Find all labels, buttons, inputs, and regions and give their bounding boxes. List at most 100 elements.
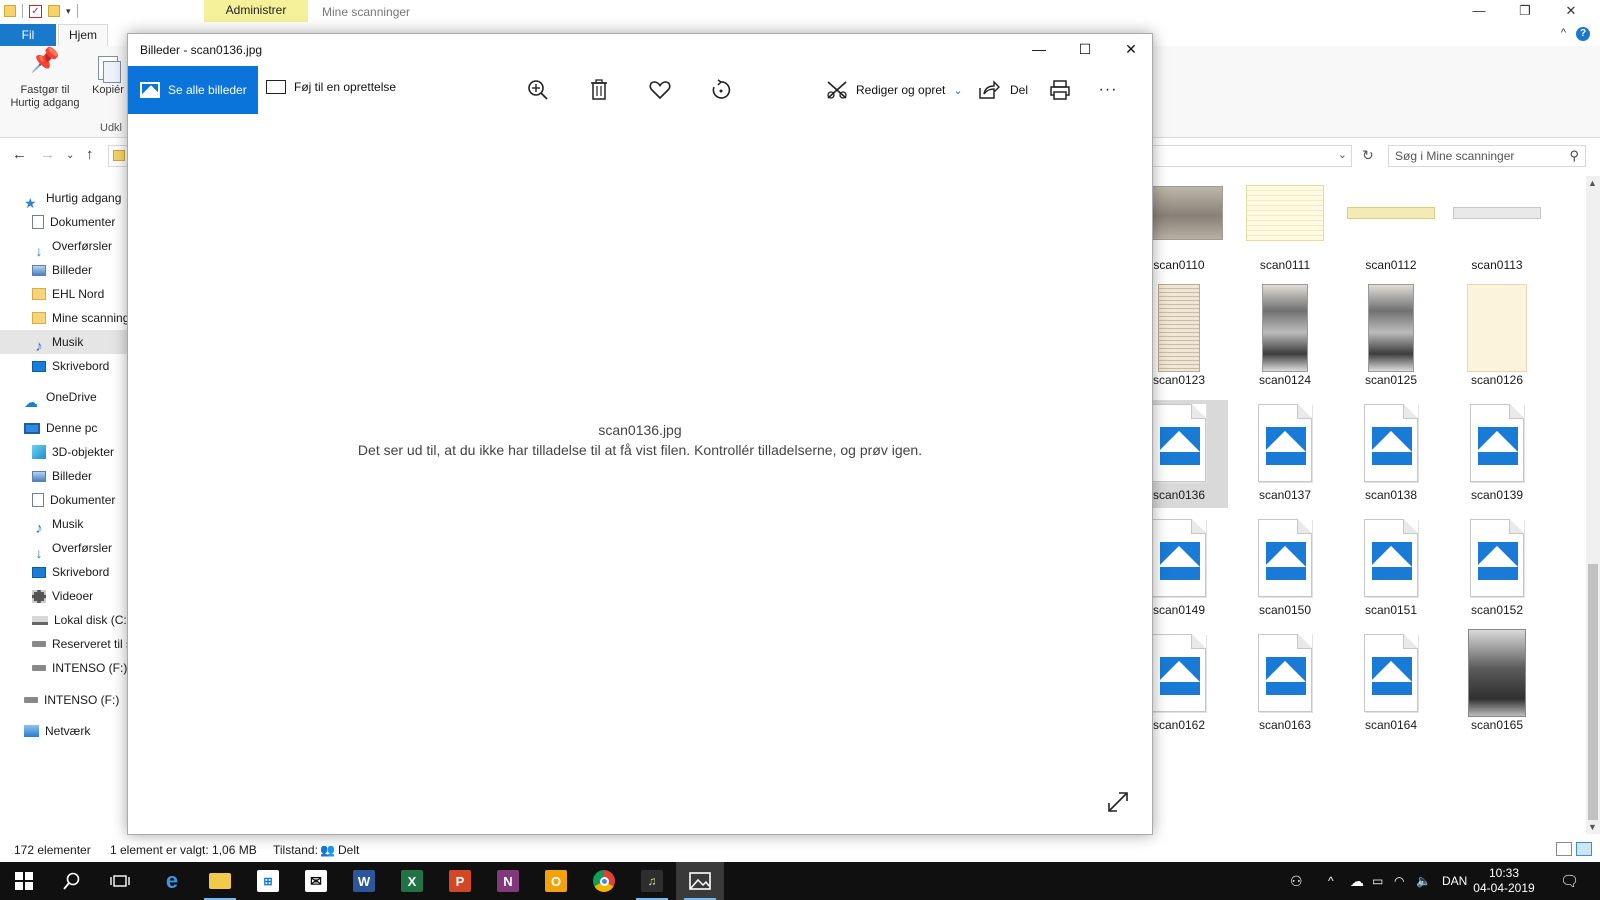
- volume-tray[interactable]: 🔈: [1416, 862, 1431, 900]
- file-item[interactable]: scan0152: [1448, 515, 1546, 623]
- taskbar-outlook[interactable]: O: [532, 862, 580, 900]
- wifi-tray[interactable]: ◠: [1394, 862, 1404, 900]
- nav-item-downloads[interactable]: ↓ Overførsler: [32, 234, 113, 259]
- taskbar-word[interactable]: W: [340, 862, 388, 900]
- close-button[interactable]: ✕: [1548, 0, 1594, 24]
- properties-icon[interactable]: ✓: [29, 4, 42, 18]
- action-center-button[interactable]: 🗨: [1560, 862, 1579, 900]
- file-item[interactable]: scan0165: [1448, 629, 1546, 738]
- show-hidden-icons-button[interactable]: ^: [1328, 862, 1334, 900]
- print-icon[interactable]: [1044, 74, 1076, 106]
- help-icon[interactable]: ?: [1576, 27, 1590, 41]
- nav-item-videos[interactable]: Videoer: [32, 584, 93, 608]
- copy-button[interactable]: Kopiér: [88, 54, 128, 97]
- taskbar-file-explorer[interactable]: [196, 862, 244, 900]
- nav-item-pc-music[interactable]: ♪ Musik: [32, 512, 83, 537]
- recent-locations-icon[interactable]: ⌄: [66, 150, 74, 161]
- file-item[interactable]: scan0113: [1448, 174, 1546, 278]
- file-item[interactable]: scan0164: [1342, 630, 1440, 738]
- language-indicator[interactable]: DAN: [1442, 862, 1467, 900]
- nav-this-pc[interactable]: Denne pc: [24, 416, 97, 440]
- nav-item-pc-desktop[interactable]: Skrivebord: [32, 560, 109, 584]
- add-to-creation-button[interactable]: Føj til en oprettelse: [266, 80, 396, 94]
- battery-tray[interactable]: ▭: [1372, 862, 1383, 900]
- refresh-icon[interactable]: ↻: [1362, 147, 1374, 164]
- nav-item-pc-documents[interactable]: Dokumenter: [32, 488, 115, 512]
- new-folder-icon[interactable]: [48, 5, 60, 17]
- nav-item-local-disk[interactable]: Lokal disk (C:): [32, 608, 128, 632]
- taskbar-chrome[interactable]: [580, 862, 628, 900]
- taskbar-onenote[interactable]: N: [484, 862, 532, 900]
- see-all-photos-button[interactable]: Se alle billeder: [128, 66, 258, 114]
- restore-button[interactable]: ❐: [1502, 0, 1548, 24]
- taskbar-photos[interactable]: [676, 862, 724, 900]
- nav-intenso[interactable]: INTENSO (F:): [24, 688, 119, 712]
- nav-item-my-scans[interactable]: Mine scanninger: [32, 306, 128, 330]
- back-arrow-icon[interactable]: ←: [12, 146, 27, 163]
- start-button[interactable]: [0, 862, 48, 900]
- large-icons-view-icon[interactable]: [1576, 842, 1592, 856]
- minimize-button[interactable]: —: [1456, 0, 1502, 24]
- nav-network[interactable]: Netværk: [24, 719, 90, 743]
- tab-file[interactable]: Fil: [0, 24, 56, 46]
- tab-home[interactable]: Hjem: [58, 24, 108, 46]
- zoom-in-icon[interactable]: [522, 74, 554, 106]
- taskbar-mail[interactable]: ✉: [292, 862, 340, 900]
- nav-item-ehl-nord[interactable]: EHL Nord: [32, 282, 104, 306]
- nav-item-reserved[interactable]: Reserveret til s: [32, 632, 128, 656]
- share-button[interactable]: Del: [978, 80, 1028, 100]
- search-icon[interactable]: ⚲: [1569, 146, 1579, 166]
- file-item[interactable]: scan0137: [1236, 400, 1334, 508]
- rotate-icon[interactable]: [705, 74, 737, 106]
- delete-icon[interactable]: [583, 74, 615, 106]
- scroll-up-icon[interactable]: ▲: [1588, 178, 1597, 188]
- scroll-down-icon[interactable]: ▼: [1588, 822, 1597, 832]
- taskbar-edge[interactable]: e: [148, 862, 196, 900]
- close-button[interactable]: ✕: [1108, 34, 1154, 66]
- nav-item-pictures[interactable]: Billeder: [32, 258, 92, 282]
- file-item[interactable]: scan0111: [1236, 174, 1334, 278]
- scrollbar-thumb[interactable]: [1588, 564, 1598, 820]
- maximize-button[interactable]: ☐: [1062, 34, 1108, 66]
- taskbar-store[interactable]: ⊞: [244, 862, 292, 900]
- chevron-down-icon[interactable]: ⌄: [1338, 148, 1347, 161]
- details-view-icon[interactable]: [1556, 842, 1572, 856]
- nav-item-pc-downloads[interactable]: ↓ Overførsler: [32, 536, 113, 561]
- customize-qat-icon[interactable]: ▾: [66, 6, 71, 17]
- nav-onedrive[interactable]: ☁ OneDrive: [24, 385, 97, 410]
- file-item[interactable]: scan0163: [1236, 630, 1334, 738]
- taskbar-media-app[interactable]: ♫: [628, 862, 676, 900]
- file-item[interactable]: scan0126: [1448, 284, 1546, 393]
- taskbar-excel[interactable]: X: [388, 862, 436, 900]
- forward-arrow-icon[interactable]: →: [40, 146, 55, 163]
- favorite-heart-icon[interactable]: [644, 74, 676, 106]
- onedrive-tray[interactable]: ☁: [1350, 862, 1364, 900]
- people-button[interactable]: ⚇: [1290, 862, 1303, 900]
- nav-item-music[interactable]: ♪ Musik: [0, 330, 128, 355]
- nav-item-intenso-pc[interactable]: INTENSO (F:): [32, 656, 127, 680]
- task-view-button[interactable]: [96, 862, 144, 900]
- nav-item-pc-pictures[interactable]: Billeder: [32, 464, 92, 488]
- search-button[interactable]: [48, 862, 96, 900]
- taskbar-powerpoint[interactable]: P: [436, 862, 484, 900]
- full-screen-icon[interactable]: [1106, 790, 1130, 814]
- file-item[interactable]: scan0124: [1236, 284, 1334, 393]
- vertical-scrollbar[interactable]: ▲ ▼: [1586, 176, 1600, 834]
- file-item[interactable]: scan0112: [1342, 174, 1440, 278]
- context-tab-manage[interactable]: Administrer: [204, 0, 308, 22]
- pin-quick-access-button[interactable]: 📌 Fastgør til Hurtig adgang: [6, 49, 84, 110]
- nav-item-documents[interactable]: Dokumenter: [32, 210, 115, 234]
- up-arrow-icon[interactable]: ↑: [86, 146, 94, 163]
- clock[interactable]: 10:33 04-04-2019: [1472, 866, 1536, 896]
- nav-item-3d-objects[interactable]: 3D-objekter: [32, 440, 114, 464]
- search-input[interactable]: Søg i Mine scanninger ⚲: [1388, 145, 1586, 167]
- folder-icon[interactable]: [4, 5, 16, 17]
- nav-item-desktop[interactable]: Skrivebord: [32, 354, 109, 378]
- file-item[interactable]: scan0138: [1342, 400, 1440, 508]
- collapse-ribbon-icon[interactable]: ^: [1561, 27, 1566, 41]
- minimize-button[interactable]: —: [1016, 34, 1062, 66]
- file-item[interactable]: scan0150: [1236, 515, 1334, 623]
- file-item[interactable]: scan0125: [1342, 284, 1440, 393]
- edit-and-create-button[interactable]: Rediger og opret ⌄: [826, 80, 963, 100]
- file-item[interactable]: scan0139: [1448, 400, 1546, 508]
